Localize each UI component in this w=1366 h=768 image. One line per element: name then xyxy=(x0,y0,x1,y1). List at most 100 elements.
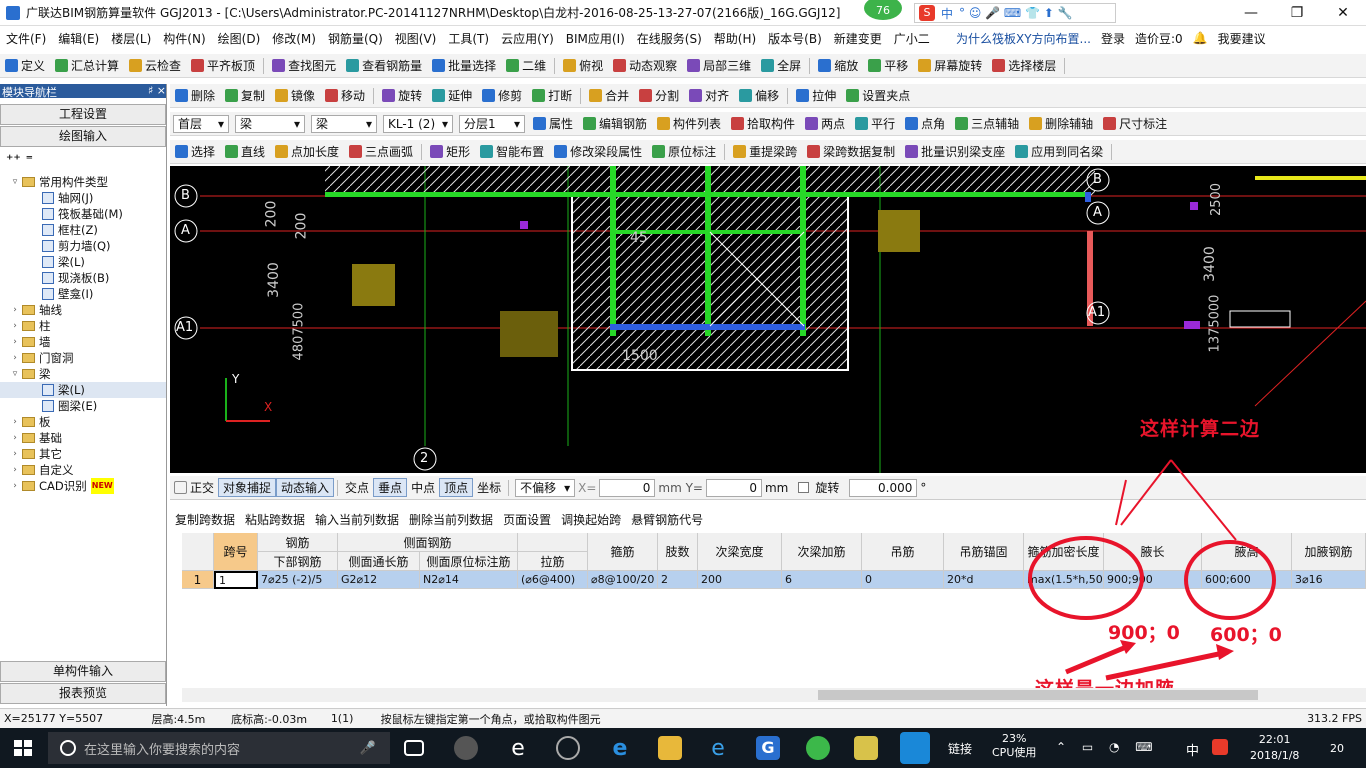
menu-item-2[interactable]: 楼层(L) xyxy=(105,30,157,47)
expand-all-icon[interactable]: ⁺⁺ xyxy=(6,152,21,168)
tree-item-beam-0[interactable]: 梁(L) xyxy=(0,382,166,398)
menu-item-3[interactable]: 构件(N) xyxy=(157,30,211,47)
notification-badge[interactable]: 20 xyxy=(1330,742,1344,755)
question-link[interactable]: 为什么筏板XY方向布置... xyxy=(956,30,1091,47)
main-tool-3[interactable]: 平齐板顶 xyxy=(186,57,260,74)
main-tool-14[interactable]: 屏幕旋转 xyxy=(913,57,987,74)
tree-item-common-4[interactable]: 梁(L) xyxy=(0,254,166,270)
menu-item-12[interactable]: 帮助(H) xyxy=(708,30,762,47)
expand-icon[interactable]: › xyxy=(10,478,20,494)
edit-tool-8[interactable]: 合并 xyxy=(584,87,634,104)
tree-group-2[interactable]: › 墙 xyxy=(0,334,166,350)
draw-tool-4[interactable]: 矩形 xyxy=(425,143,475,160)
edit-tool-5[interactable]: 延伸 xyxy=(427,87,477,104)
menu-item-14[interactable]: 新建变更 xyxy=(828,30,888,47)
score-badge[interactable]: 76 xyxy=(864,0,902,20)
expand-icon[interactable]: › xyxy=(10,318,20,334)
close-button[interactable]: ✕ xyxy=(1320,0,1366,26)
component-tool-4[interactable]: 两点 xyxy=(800,115,850,132)
rotate-input[interactable]: 0.000 xyxy=(849,478,918,497)
edit-tool-11[interactable]: 偏移 xyxy=(734,87,784,104)
main-tool-8[interactable]: 俯视 xyxy=(558,57,608,74)
draw-tool-9[interactable]: 梁跨数据复制 xyxy=(802,143,900,160)
main-tool-15[interactable]: 选择楼层 xyxy=(987,57,1061,74)
spiral-app-icon[interactable] xyxy=(556,736,580,760)
object-snap-toggle[interactable]: 对象捕捉 xyxy=(218,478,277,497)
floor-select[interactable]: 首层 ▾ xyxy=(173,114,229,133)
green-app-icon[interactable] xyxy=(806,736,830,760)
col-header-6[interactable]: 肢数 xyxy=(658,533,698,571)
tree-group-beam[interactable]: ▿ 梁 xyxy=(0,366,166,382)
menu-item-4[interactable]: 绘图(D) xyxy=(212,30,267,47)
tray-link[interactable]: 链接 xyxy=(948,740,972,757)
dynamic-input-toggle[interactable]: 动态输入 xyxy=(276,478,335,497)
table-cell-4[interactable]: (⌀6@400) xyxy=(518,571,588,589)
draw-tool-10[interactable]: 批量识别梁支座 xyxy=(900,143,1010,160)
tree-item-common-2[interactable]: 框柱(Z) xyxy=(0,222,166,238)
expand-icon[interactable]: › xyxy=(10,302,20,318)
type2-select[interactable]: 梁 ▾ xyxy=(311,114,377,133)
col-header-4[interactable]: 拉筋 xyxy=(518,552,588,571)
col-header-8[interactable]: 次梁加筋 xyxy=(782,533,862,571)
menu-item-11[interactable]: 在线服务(S) xyxy=(631,30,708,47)
expand-icon[interactable]: › xyxy=(10,446,20,462)
draw-tool-8[interactable]: 重提梁跨 xyxy=(728,143,802,160)
menu-item-7[interactable]: 视图(V) xyxy=(389,30,443,47)
table-cell-5[interactable]: ⌀8@100/20 xyxy=(588,571,658,589)
report-preview-button[interactable]: 报表预览 xyxy=(0,683,166,704)
main-tool-7[interactable]: 二维 xyxy=(501,57,551,74)
main-tool-5[interactable]: 查看钢筋量 xyxy=(341,57,427,74)
table-cell-2[interactable]: G2⌀12 xyxy=(338,571,420,589)
menu-item-8[interactable]: 工具(T) xyxy=(442,30,495,47)
collapse-icon[interactable]: ▿ xyxy=(10,174,20,190)
main-tool-1[interactable]: 汇总计算 xyxy=(50,57,124,74)
table-tool-6[interactable]: 悬臂钢筋代号 xyxy=(626,511,708,528)
main-tool-11[interactable]: 全屏 xyxy=(756,57,806,74)
main-tool-4[interactable]: 查找图元 xyxy=(267,57,341,74)
table-tool-3[interactable]: 删除当前列数据 xyxy=(404,511,498,528)
drawing-input-button[interactable]: 绘图输入 xyxy=(0,126,166,147)
component-tool-1[interactable]: 编辑钢筋 xyxy=(578,115,652,132)
fan-app-icon[interactable] xyxy=(454,736,478,760)
main-tool-6[interactable]: 批量选择 xyxy=(427,57,501,74)
edit-tool-0[interactable]: 删除 xyxy=(170,87,220,104)
tree-group-after-4[interactable]: › CAD识别 NEW xyxy=(0,478,166,494)
perpendicular-snap[interactable]: 垂点 xyxy=(373,478,408,497)
col-header-5[interactable]: 箍筋 xyxy=(588,533,658,571)
ortho-toggle[interactable]: 正交 xyxy=(170,479,218,496)
single-component-button[interactable]: 单构件输入 xyxy=(0,661,166,682)
draw-tool-3[interactable]: 三点画弧 xyxy=(344,143,418,160)
table-cell-9[interactable]: 0 xyxy=(862,571,944,589)
draw-tool-0[interactable]: 选择 xyxy=(170,143,220,160)
expand-icon[interactable]: › xyxy=(10,430,20,446)
tree-item-beam-1[interactable]: 圈梁(E) xyxy=(0,398,166,414)
task-view-icon[interactable] xyxy=(404,740,424,756)
tree-group-after-2[interactable]: › 其它 xyxy=(0,446,166,462)
component-tool-8[interactable]: 删除辅轴 xyxy=(1024,115,1098,132)
main-tool-0[interactable]: 定义 xyxy=(0,57,50,74)
collapse-all-icon[interactable]: ⁼ xyxy=(26,152,33,168)
table-hscrollbar[interactable] xyxy=(182,688,1366,702)
tree-group-3[interactable]: › 门窗洞 xyxy=(0,350,166,366)
maximize-button[interactable]: ❐ xyxy=(1274,0,1320,26)
draw-tool-2[interactable]: 点加长度 xyxy=(270,143,344,160)
table-cell-1[interactable]: 7⌀25 (-2)/5 xyxy=(258,571,338,589)
ime-toolbar[interactable]: S 中 ° ☺ 🎤 ⌨ 👕 ⬆ 🔧 xyxy=(914,3,1116,23)
component-tool-7[interactable]: 三点辅轴 xyxy=(950,115,1024,132)
rotate-checkbox[interactable] xyxy=(798,482,810,493)
ie-icon-1[interactable]: e xyxy=(506,736,530,761)
edit-tool-9[interactable]: 分割 xyxy=(634,87,684,104)
component-tool-3[interactable]: 拾取构件 xyxy=(726,115,800,132)
col-header-3[interactable]: 侧面原位标注筋 xyxy=(420,552,518,571)
menu-item-10[interactable]: BIM应用(I) xyxy=(560,30,631,47)
col-header-0[interactable]: 跨号 xyxy=(214,533,258,571)
tray-clock[interactable]: 22:01 2018/1/8 xyxy=(1250,732,1299,764)
draw-tool-6[interactable]: 修改梁段属性 xyxy=(549,143,647,160)
table-tool-5[interactable]: 调换起始跨 xyxy=(556,511,626,528)
tree-group-0[interactable]: › 轴线 xyxy=(0,302,166,318)
taskbar-search[interactable]: 在这里输入你要搜索的内容 🎤 xyxy=(48,732,390,764)
menu-item-9[interactable]: 云应用(Y) xyxy=(495,30,560,47)
offset-select[interactable]: 不偏移 ▾ xyxy=(515,478,576,497)
tray-sogou-icon[interactable] xyxy=(1212,739,1228,755)
menu-item-6[interactable]: 钢筋量(Q) xyxy=(322,30,389,47)
